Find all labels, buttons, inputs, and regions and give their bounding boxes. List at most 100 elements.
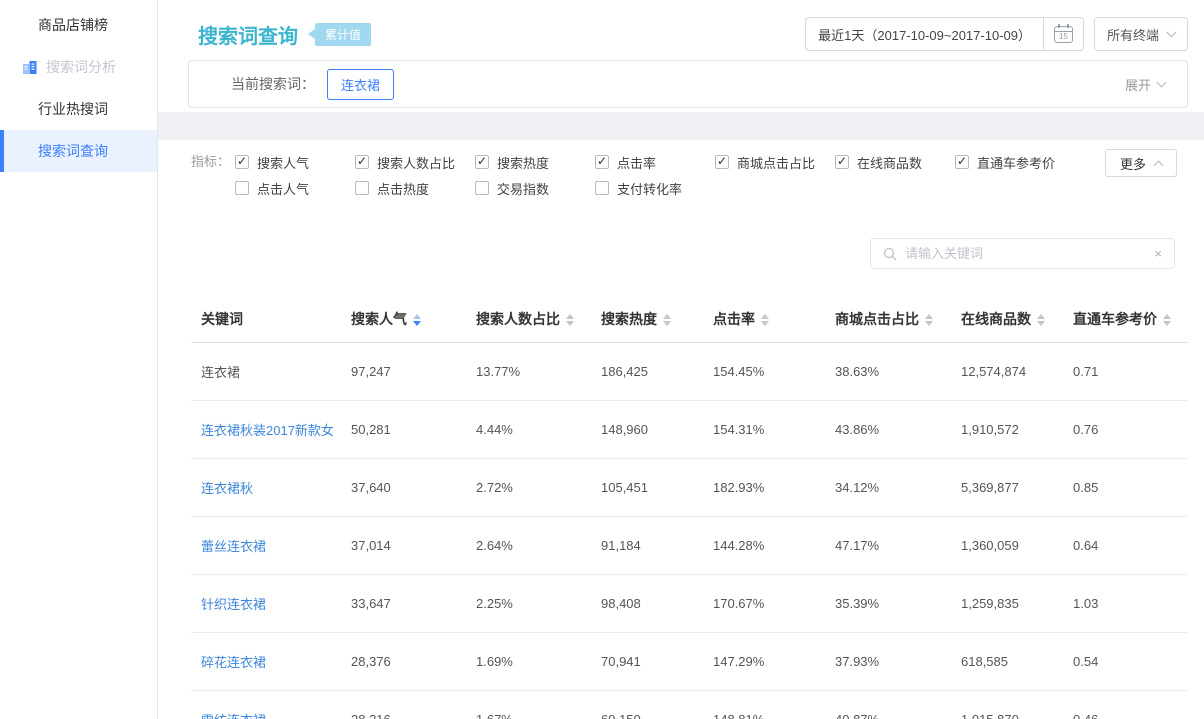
cell-value: 38.63% [825, 343, 951, 401]
chevron-down-icon [1157, 77, 1167, 87]
date-range-picker[interactable]: 最近1天（2017-10-09~2017-10-09） 15 [805, 17, 1084, 51]
cell-value: 1.03 [1063, 575, 1188, 633]
calendar-icon: 15 [1054, 26, 1073, 43]
table-row: 连衣裙秋装2017新款女 50,281 4.44% 148,960 154.31… [191, 401, 1188, 459]
keyword-link[interactable]: 蕾丝连衣裙 [201, 539, 266, 554]
cell-value: 2.64% [466, 517, 591, 575]
column-header-mall-click-ratio: 商城点击占比 [825, 296, 951, 343]
expand-toggle[interactable]: 展开 [1125, 75, 1165, 94]
cell-value: 1,360,059 [951, 517, 1063, 575]
sidebar-item-industry-hot-words[interactable]: 行业热搜词 [0, 88, 157, 130]
metric-checkbox-transaction-index[interactable]: 交易指数 [475, 175, 595, 201]
results-panel: 指标： 搜索人气 搜索人数占比 搜索热度 [158, 140, 1204, 719]
search-row: × [158, 201, 1204, 269]
sort-icon[interactable] [413, 314, 421, 326]
cell-value: 0.46 [1063, 691, 1188, 719]
chevron-down-icon [1167, 27, 1177, 37]
search-icon [883, 247, 897, 261]
cell-value: 34.12% [825, 459, 951, 517]
checkbox-unchecked-icon [235, 181, 249, 195]
cell-value: 2.25% [466, 575, 591, 633]
cell-value: 4.44% [466, 401, 591, 459]
topbar: 搜索词查询 累计值 最近1天（2017-10-09~2017-10-09） 15 [158, 0, 1204, 56]
checkbox-unchecked-icon [475, 181, 489, 195]
cell-value: 2.72% [466, 459, 591, 517]
table-row: 蕾丝连衣裙 37,014 2.64% 91,184 144.28% 47.17%… [191, 517, 1188, 575]
sidebar-item-label: 搜索词查询 [38, 141, 108, 161]
cell-value: 1,910,572 [951, 401, 1063, 459]
metric-checkbox-mall-click-ratio[interactable]: 商城点击占比 [715, 149, 835, 175]
metric-checkbox-online-products[interactable]: 在线商品数 [835, 149, 955, 175]
metric-checkbox-click-heat[interactable]: 点击热度 [355, 175, 475, 201]
metric-checkbox-ztc-reference-price[interactable]: 直通车参考价 [955, 149, 1075, 175]
cell-value: 618,585 [951, 633, 1063, 691]
checkbox-checked-icon [475, 155, 489, 169]
sort-icon[interactable] [1037, 314, 1045, 326]
cell-value: 35.39% [825, 575, 951, 633]
cell-value: 43.86% [825, 401, 951, 459]
keyword-text: 连衣裙 [201, 365, 240, 380]
table-row: 连衣裙秋 37,640 2.72% 105,451 182.93% 34.12%… [191, 459, 1188, 517]
metric-checkbox-search-user-ratio[interactable]: 搜索人数占比 [355, 149, 475, 175]
sort-icon[interactable] [663, 314, 671, 326]
calendar-button[interactable]: 15 [1044, 26, 1083, 43]
terminal-select[interactable]: 所有终端 [1094, 17, 1188, 51]
metric-checkbox-search-heat[interactable]: 搜索热度 [475, 149, 595, 175]
keyword-link[interactable]: 碎花连衣裙 [201, 655, 266, 670]
keyword-link[interactable]: 连衣裙秋 [201, 481, 253, 496]
cell-value: 182.93% [703, 459, 825, 517]
sort-icon[interactable] [761, 314, 769, 326]
metric-checkbox-payment-conversion[interactable]: 支付转化率 [595, 175, 715, 201]
checkbox-unchecked-icon [355, 181, 369, 195]
search-input[interactable] [905, 246, 1146, 261]
sidebar-item-label: 商品店铺榜 [38, 15, 108, 35]
metrics-bar: 指标： 搜索人气 搜索人数占比 搜索热度 [158, 140, 1204, 201]
sidebar-item-label: 行业热搜词 [38, 99, 108, 119]
checkbox-checked-icon [955, 155, 969, 169]
metric-checkbox-click-rate[interactable]: 点击率 [595, 149, 715, 175]
more-button[interactable]: 更多 [1105, 149, 1177, 177]
sidebar-item-search-word-analysis[interactable]: 搜索词分析 [0, 46, 157, 88]
checkbox-checked-icon [835, 155, 849, 169]
sort-icon[interactable] [925, 314, 933, 326]
metric-checkbox-search-popularity[interactable]: 搜索人气 [235, 149, 355, 175]
sort-icon[interactable] [566, 314, 574, 326]
cell-value: 186,425 [591, 343, 703, 401]
checkbox-checked-icon [235, 155, 249, 169]
cell-value: 1,015,870 [951, 691, 1063, 719]
checkbox-unchecked-icon [595, 181, 609, 195]
cumulative-value-badge: 累计值 [308, 23, 371, 46]
sidebar-item-goods-shop-rank[interactable]: 商品店铺榜 [0, 4, 157, 46]
keyword-link[interactable]: 针织连衣裙 [201, 597, 266, 612]
sort-icon[interactable] [1163, 314, 1171, 326]
cell-value: 40.87% [825, 691, 951, 719]
column-header-keyword: 关键词 [191, 296, 341, 343]
metric-checkbox-click-popularity[interactable]: 点击人气 [235, 175, 355, 201]
cell-value: 5,369,877 [951, 459, 1063, 517]
current-search-word-panel: 当前搜索词： 连衣裙 展开 [188, 60, 1188, 108]
cell-value: 0.71 [1063, 343, 1188, 401]
keyword-link[interactable]: 雪纺连衣裙 [201, 713, 266, 719]
checkbox-checked-icon [595, 155, 609, 169]
cell-value: 28,216 [341, 691, 466, 719]
cell-value: 154.31% [703, 401, 825, 459]
keyword-link[interactable]: 连衣裙秋装2017新款女 [201, 423, 334, 438]
clear-icon[interactable]: × [1154, 247, 1162, 260]
table-row: 连衣裙 97,247 13.77% 186,425 154.45% 38.63%… [191, 343, 1188, 401]
cell-value: 13.77% [466, 343, 591, 401]
main-content: 搜索词查询 累计值 最近1天（2017-10-09~2017-10-09） 15 [158, 0, 1204, 719]
cell-value: 70,941 [591, 633, 703, 691]
sidebar: 商品店铺榜 搜索词分析 行业热搜词 搜索词查询 [0, 0, 158, 719]
cell-value: 0.54 [1063, 633, 1188, 691]
keyword-tag[interactable]: 连衣裙 [327, 69, 394, 100]
column-header-search-user-ratio: 搜索人数占比 [466, 296, 591, 343]
cell-value: 0.85 [1063, 459, 1188, 517]
sidebar-item-search-word-query[interactable]: 搜索词查询 [0, 130, 157, 172]
cell-value: 1.69% [466, 633, 591, 691]
cell-value: 33,647 [341, 575, 466, 633]
terminal-label: 所有终端 [1107, 25, 1159, 44]
cell-value: 0.64 [1063, 517, 1188, 575]
date-range-label: 最近1天（2017-10-09~2017-10-09） [806, 25, 1043, 44]
cell-value: 69,150 [591, 691, 703, 719]
cell-value: 148.81% [703, 691, 825, 719]
